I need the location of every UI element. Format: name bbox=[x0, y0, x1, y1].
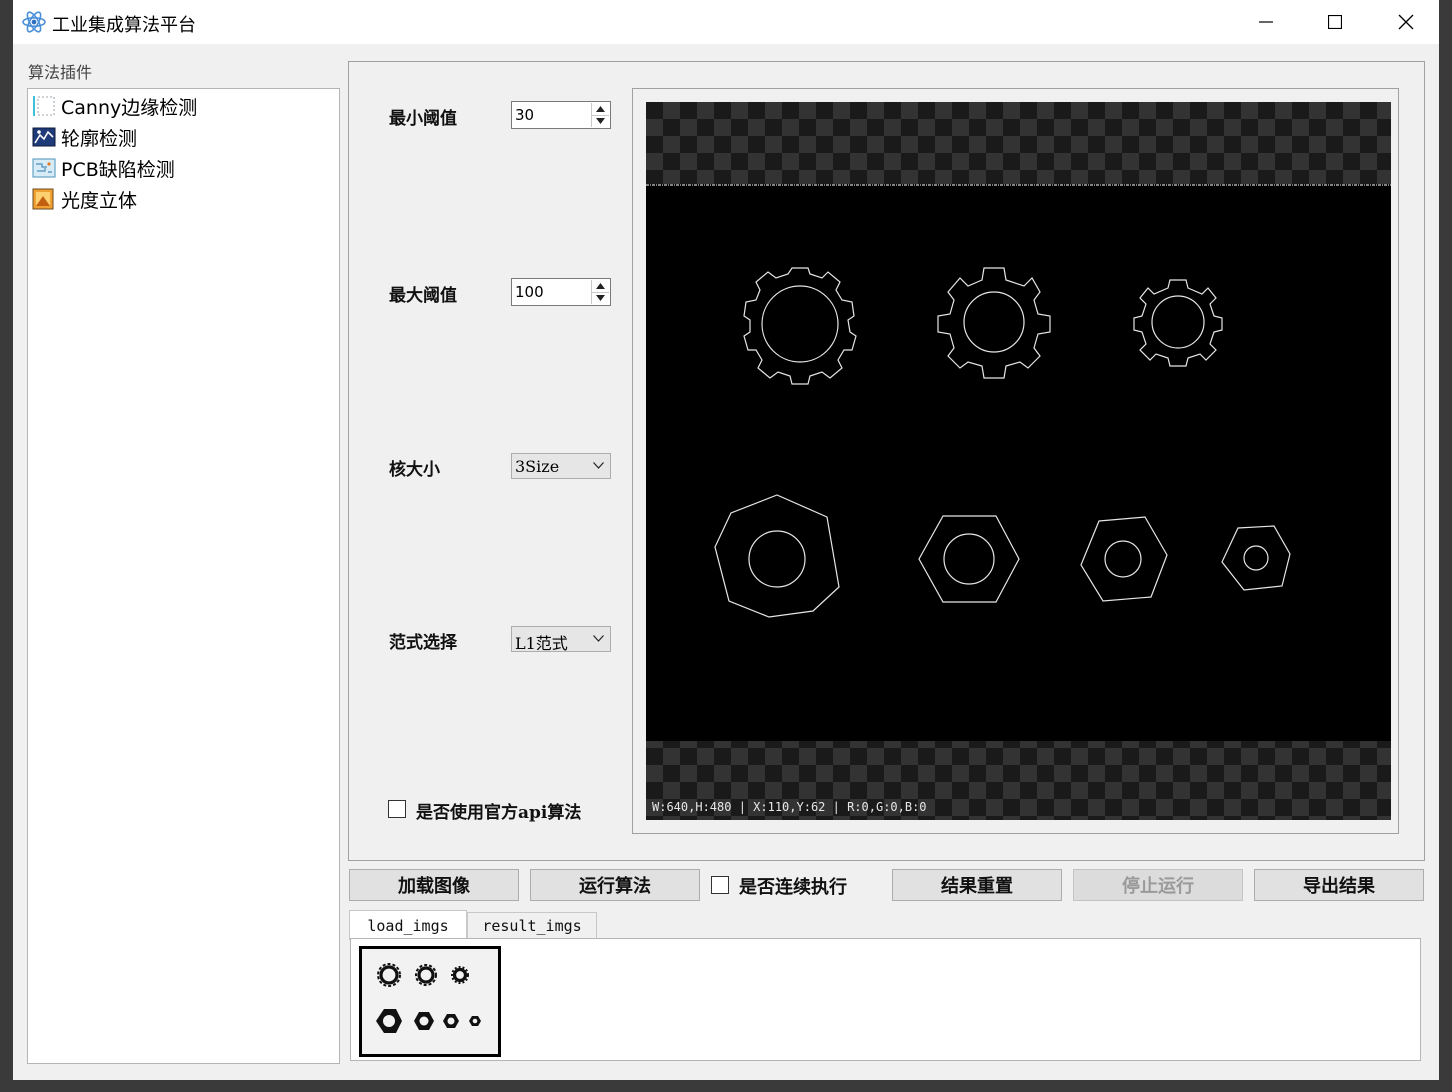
title-bar: 工业集成算法平台 bbox=[13, 0, 1439, 44]
tree-item-canny[interactable]: Canny边缘检测 bbox=[32, 92, 197, 120]
chevron-down-icon bbox=[593, 462, 604, 469]
thumbnail-list bbox=[350, 938, 1421, 1061]
tree-item-contour[interactable]: 轮廓检测 bbox=[32, 123, 137, 151]
norm-select-value: L1范式 bbox=[515, 634, 568, 653]
thumbnail-image bbox=[362, 949, 498, 1054]
spin-down-button[interactable] bbox=[592, 292, 609, 304]
pcb-icon bbox=[32, 158, 56, 178]
arrow-up-icon bbox=[596, 283, 605, 289]
tree-item-label: PCB缺陷检测 bbox=[61, 158, 175, 181]
continuous-exec-label: 是否连续执行 bbox=[739, 877, 847, 898]
edge-result-image bbox=[646, 184, 1391, 741]
maximize-icon bbox=[1328, 15, 1342, 29]
tree-item-label: 光度立体 bbox=[61, 189, 138, 212]
min-threshold-label: 最小阈值 bbox=[389, 109, 457, 129]
min-threshold-spinbox[interactable]: 30 bbox=[511, 101, 611, 129]
sidebar-label: 算法插件 bbox=[28, 63, 93, 82]
photometric-icon bbox=[32, 188, 54, 210]
norm-select-label: 范式选择 bbox=[389, 633, 457, 653]
image-canvas[interactable]: W:640,H:480 | X:110,Y:62 | R:0,G:0,B:0 bbox=[646, 102, 1391, 820]
run-algorithm-button[interactable]: 运行算法 bbox=[530, 869, 700, 901]
minimize-icon bbox=[1259, 21, 1273, 23]
min-threshold-value: 30 bbox=[515, 106, 535, 124]
tree-item-photometric[interactable]: 光度立体 bbox=[32, 185, 137, 213]
tree-item-pcb[interactable]: PCB缺陷检测 bbox=[32, 154, 175, 182]
app-atom-icon bbox=[22, 11, 46, 33]
close-icon bbox=[1398, 14, 1414, 30]
continuous-exec-checkbox[interactable] bbox=[711, 876, 729, 894]
official-api-checkbox[interactable] bbox=[388, 800, 406, 818]
export-result-button[interactable]: 导出结果 bbox=[1254, 869, 1424, 901]
tree-item-label: Canny边缘检测 bbox=[61, 96, 198, 119]
spin-arrows bbox=[591, 280, 609, 304]
spin-arrows bbox=[591, 103, 609, 127]
main-window: 工业集成算法平台 算法插件 Canny边缘检测 轮廓检测 PCB缺陷检测 光度立… bbox=[13, 0, 1439, 1080]
stop-run-button[interactable]: 停止运行 bbox=[1073, 869, 1243, 901]
arrow-down-icon bbox=[596, 295, 605, 301]
max-threshold-value: 100 bbox=[515, 283, 544, 301]
kernel-size-value: 3Size bbox=[515, 457, 560, 476]
official-api-label: 是否使用官方api算法 bbox=[416, 803, 582, 823]
window-title: 工业集成算法平台 bbox=[52, 15, 196, 36]
minimize-button[interactable] bbox=[1243, 0, 1289, 44]
close-button[interactable] bbox=[1383, 0, 1429, 44]
reset-result-button[interactable]: 结果重置 bbox=[892, 869, 1062, 901]
pixel-status-bar: W:640,H:480 | X:110,Y:62 | R:0,G:0,B:0 bbox=[652, 800, 927, 814]
tree-item-label: 轮廓检测 bbox=[61, 127, 138, 150]
image-thumbnail[interactable] bbox=[359, 946, 501, 1057]
kernel-size-select[interactable]: 3Size bbox=[511, 453, 611, 479]
spin-down-button[interactable] bbox=[592, 115, 609, 127]
chevron-down-icon bbox=[593, 635, 604, 642]
maximize-button[interactable] bbox=[1312, 0, 1358, 44]
tab-load-imgs[interactable]: load_imgs bbox=[349, 910, 467, 940]
load-image-button[interactable]: 加载图像 bbox=[349, 869, 519, 901]
arrow-up-icon bbox=[596, 106, 605, 112]
norm-select[interactable]: L1范式 bbox=[511, 626, 611, 653]
arrow-down-icon bbox=[596, 118, 605, 124]
max-threshold-spinbox[interactable]: 100 bbox=[511, 278, 611, 306]
plugin-tree[interactable]: Canny边缘检测 轮廓检测 PCB缺陷检测 光度立体 bbox=[27, 88, 340, 1064]
canny-icon bbox=[33, 96, 55, 116]
kernel-size-label: 核大小 bbox=[389, 460, 440, 480]
max-threshold-label: 最大阈值 bbox=[389, 286, 457, 306]
contour-icon bbox=[32, 127, 56, 147]
tab-result-imgs[interactable]: result_imgs bbox=[467, 912, 597, 939]
